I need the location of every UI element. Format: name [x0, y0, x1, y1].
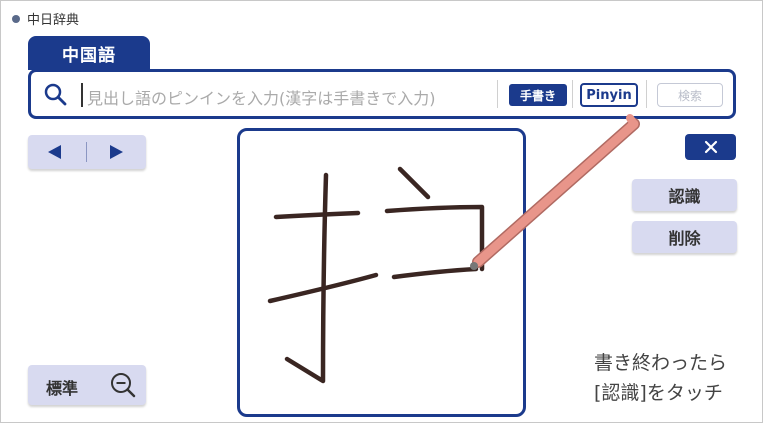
prev-button[interactable]	[28, 135, 86, 169]
divider	[572, 80, 573, 108]
divider	[86, 142, 87, 162]
app-title: 中日辞典	[27, 13, 80, 28]
pinyin-button[interactable]: Pinyin	[580, 83, 638, 107]
triangle-right-icon	[110, 145, 123, 159]
delete-button[interactable]: 削除	[632, 221, 737, 253]
handwriting-button[interactable]: 手書き	[509, 84, 567, 106]
triangle-left-icon	[48, 145, 61, 159]
search-input[interactable]: 見出し語のピンインを入力(漢字は手書きで入力)	[87, 85, 436, 109]
standard-zoom-button[interactable]: 標準	[28, 365, 146, 405]
close-button[interactable]	[685, 134, 736, 160]
tab-label: 中国語	[62, 45, 116, 66]
delete-label: 削除	[668, 229, 701, 248]
close-icon	[704, 140, 717, 154]
search-button[interactable]: 検索	[657, 83, 723, 107]
text-caret	[81, 83, 83, 107]
recognize-button[interactable]: 認識	[632, 179, 737, 211]
zoom-out-icon	[111, 373, 136, 398]
instruction-line-1: 書き終わったら	[594, 352, 728, 374]
search-bar[interactable]: 見出し語のピンインを入力(漢字は手書きで入力) 手書き Pinyin 検索	[28, 69, 736, 119]
handwriting-strokes	[267, 166, 485, 384]
divider	[497, 80, 498, 108]
divider	[646, 80, 647, 108]
handwriting-canvas[interactable]	[237, 128, 526, 417]
instruction-line-2: [認識]をタッチ	[594, 382, 723, 404]
next-button[interactable]	[88, 135, 146, 169]
bullet-icon	[12, 14, 20, 23]
search-label: 検索	[677, 88, 702, 103]
recognize-label: 認識	[668, 187, 701, 206]
search-icon	[44, 83, 67, 106]
breadcrumb: 中日辞典	[12, 9, 79, 28]
pinyin-label: Pinyin	[586, 87, 632, 103]
instruction-text: 書き終わったら [認識]をタッチ	[594, 348, 727, 408]
tab-chinese[interactable]: 中国語	[28, 36, 150, 70]
history-nav	[28, 135, 146, 169]
handwriting-label: 手書き	[519, 88, 556, 103]
standard-label: 標準	[46, 379, 79, 398]
